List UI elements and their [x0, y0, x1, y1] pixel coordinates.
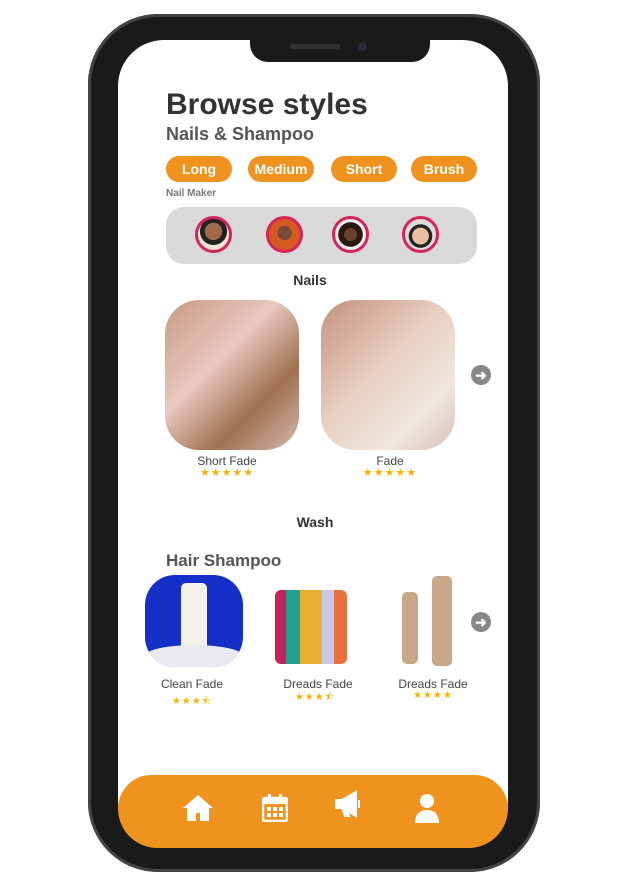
rating-stars: ★★★⯪ — [171, 696, 213, 707]
avatar[interactable] — [195, 216, 232, 253]
shampoo-name: Clean Fade — [160, 677, 224, 691]
notch — [250, 38, 430, 62]
filter-brush[interactable]: Brush — [411, 156, 477, 182]
filter-short[interactable]: Short — [331, 156, 397, 182]
wash-section-title: Wash — [296, 514, 334, 530]
rating-stars: ★★★⯪ — [294, 692, 336, 703]
nail-image-fade[interactable] — [321, 300, 455, 450]
avatar[interactable] — [266, 216, 303, 253]
speaker — [290, 44, 340, 49]
page-subtitle: Nails & Shampoo — [166, 124, 315, 144]
home-icon[interactable] — [180, 790, 216, 826]
next-arrow-icon[interactable]: ➜ — [471, 612, 491, 632]
bottom-nav — [118, 775, 508, 848]
shampoo-name: Dreads Fade — [283, 677, 353, 691]
shampoo-image-clean-fade[interactable] — [145, 575, 243, 667]
rating-stars: ★★★★★ — [362, 467, 418, 479]
calendar-icon[interactable] — [257, 790, 293, 826]
shampoo-image-dreads-fade[interactable] — [275, 590, 347, 664]
profile-icon[interactable] — [409, 790, 445, 826]
filter-long[interactable]: Long — [166, 156, 232, 182]
camera — [358, 42, 367, 51]
filter-medium[interactable]: Medium — [248, 156, 314, 182]
bottle-icon — [181, 583, 207, 653]
shampoo-image-dreads-fade-2[interactable] — [402, 592, 418, 664]
nail-maker-label: Nail Maker — [166, 188, 217, 199]
shampoo-name: Dreads Fade — [398, 677, 468, 691]
nail-image-short-fade[interactable] — [165, 300, 299, 450]
hair-shampoo-title: Hair Shampoo — [166, 551, 282, 570]
foam-icon — [145, 645, 243, 667]
avatar[interactable] — [332, 216, 369, 253]
page-title: Browse styles — [166, 88, 368, 121]
rating-stars: ★★★★ — [413, 690, 453, 701]
avatar[interactable] — [402, 216, 439, 253]
rating-stars: ★★★★★ — [199, 467, 255, 479]
next-arrow-icon[interactable]: ➜ — [471, 365, 491, 385]
bottle-icon — [432, 576, 452, 666]
megaphone-icon[interactable] — [331, 786, 367, 822]
nails-section-title: Nails — [293, 272, 327, 288]
